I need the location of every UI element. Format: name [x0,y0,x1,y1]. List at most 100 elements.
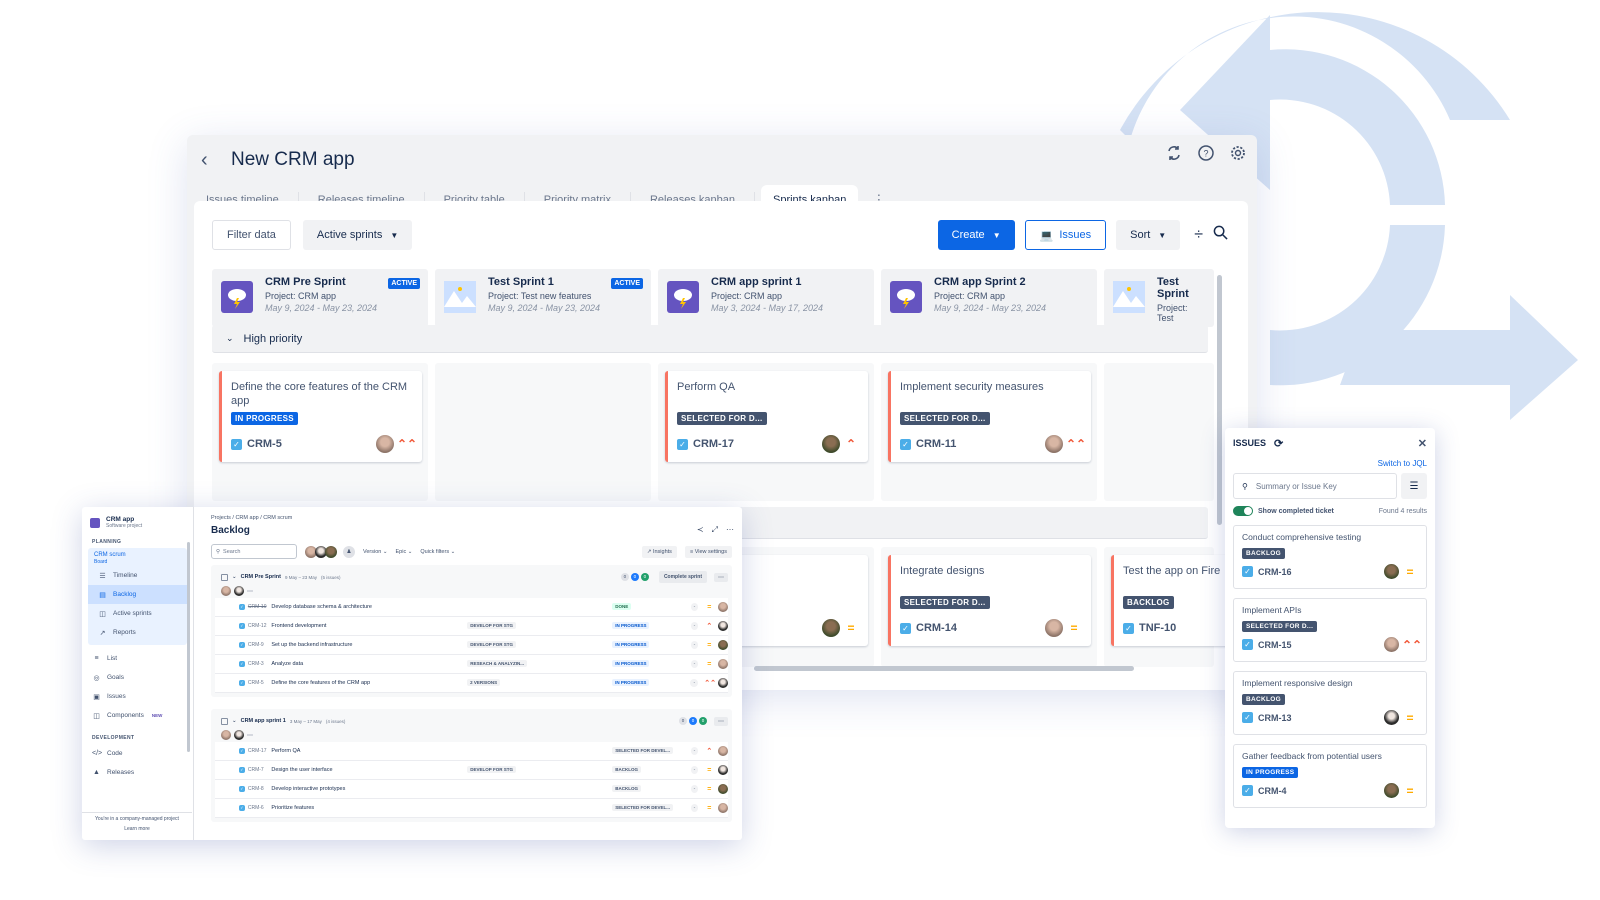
avatar[interactable] [718,765,728,775]
backlog-row[interactable]: ✓ CRM-3 Analyze data RESEACH & ANALYZIN... I… [215,655,728,674]
search-icon[interactable] [1213,225,1228,245]
assignee-filter[interactable] [305,545,337,558]
issue-card[interactable]: Implement security measures SELECTED FOR … [888,371,1091,462]
avatar[interactable] [718,803,728,813]
switch-to-jql-link[interactable]: Switch to JQL [1233,459,1427,468]
issue-card[interactable]: Define the core features of the CRM app I… [219,371,422,462]
version-filter[interactable]: Version ⌄ [363,549,388,555]
issue-list-item[interactable]: Implement APIs SELECTED FOR D... ✓ CRM-15 ⌃⌃ [1233,598,1427,662]
chevron-down-icon[interactable]: ⌄ [232,574,237,580]
sidebar-item-active-sprints[interactable]: ◫ Active sprints [88,604,187,623]
sidebar-scrollbar[interactable] [187,542,190,752]
sprint-header[interactable]: Test Sprint Project: Test [1104,269,1214,327]
sidebar-item-backlog[interactable]: ▤ Backlog [88,585,187,604]
quick-filters[interactable]: Quick filters ⌄ [420,549,455,555]
status-dropdown[interactable]: BACKLOG [612,766,641,773]
avatar[interactable] [234,730,244,740]
issues-button[interactable]: 💻 Issues [1024,220,1107,250]
avatar[interactable] [718,659,728,669]
avatar[interactable] [1045,435,1063,453]
status-dropdown[interactable]: IN PROGRESS [612,622,650,629]
filter-data-button[interactable]: Filter data [212,220,291,250]
backlog-row[interactable]: ✓ CRM-5 Define the core features of the CR… [215,674,728,693]
avatar[interactable] [718,640,728,650]
refresh-icon[interactable]: ⟳ [1274,437,1283,450]
filter-icon[interactable]: ☰ [1401,473,1427,499]
issue-search-input[interactable]: ⚲ Summary or Issue Key [1233,473,1397,499]
create-button[interactable]: Create ▼ [937,220,1015,250]
issue-card[interactable]: Perform QA SELECTED FOR D... ✓ CRM-17 ⌃ [665,371,868,462]
avatar[interactable] [376,435,394,453]
avatar[interactable] [221,730,231,740]
issue-card[interactable]: Integrate designs SELECTED FOR D... ✓ CRM-1… [888,555,1091,646]
epic-tag[interactable]: DEVELOP FOR STG [467,641,516,648]
avatar[interactable] [234,586,244,596]
board-selector[interactable]: CRM scrum Board ☰ Timeline ▤ Backlog ◫ Active… [88,548,187,645]
insights-button[interactable]: ↗ Insights [641,545,677,558]
settings-icon[interactable] [1227,142,1249,164]
more-actions-icon[interactable]: ⋯ [714,716,728,726]
backlog-search-input[interactable]: ⚲ Search [211,544,297,559]
swimlane-header[interactable]: ⌄ High priority [212,325,1208,353]
epic-filter[interactable]: Epic ⌄ [396,549,413,555]
status-dropdown[interactable]: IN PROGRESS [612,660,650,667]
sprint-checkbox[interactable] [221,717,228,725]
epic-tag[interactable]: DEVELOP FOR STG [467,622,516,629]
share-icon[interactable]: ≺ [697,525,704,535]
sidebar-item-components[interactable]: ◫ Components NEW [82,706,193,725]
collapse-icon[interactable]: ÷ [1194,226,1203,244]
horizontal-scrollbar[interactable] [754,666,1134,671]
sprint-checkbox[interactable] [221,573,228,581]
backlog-row[interactable]: ✓ CRM-8 Develop interactive prototypes BACK… [215,780,728,799]
avatar[interactable] [1384,564,1399,579]
sprint-header[interactable]: CRM app sprint 1 Project: CRM app May 3, 2… [658,269,874,327]
breadcrumb[interactable]: Projects / CRM app / CRM scrum [211,515,742,521]
view-settings-button[interactable]: ≡ View settings [684,545,732,558]
avatar[interactable] [1384,783,1399,798]
backlog-row[interactable]: ✓ CRM-6 Prioritize features SELECTED FOR DE… [215,799,728,818]
sidebar-item-list[interactable]: ≡ List [82,649,193,668]
avatar[interactable] [718,602,728,612]
status-dropdown[interactable]: SELECTED FOR DEVEL... [612,804,673,811]
issue-list-item[interactable]: Conduct comprehensive testing BACKLOG ✓ CRM… [1233,525,1427,589]
backlog-row[interactable]: ✓ CRM-9 Set up the backend infrastructure D… [215,636,728,655]
sort-button[interactable]: Sort ▼ [1116,220,1181,250]
backlog-row[interactable]: ✓ CRM-17 Perform QA SELECTED FOR DEVEL... - ⌃ [215,742,728,761]
sidebar-item-releases[interactable]: ▲ Releases [82,763,193,782]
sync-icon[interactable] [1163,142,1185,164]
sprint-header[interactable]: CRM app Sprint 2 Project: CRM app May 9, 2… [881,269,1097,327]
sprint-header[interactable]: CRM Pre Sprint Project: CRM app May 9, 202… [212,269,428,327]
vertical-scrollbar[interactable] [1217,275,1222,525]
backlog-row[interactable]: ✓ CRM-7 Design the user interface DEVELOP F… [215,761,728,780]
status-dropdown[interactable]: SELECTED FOR DEVEL... [612,747,673,754]
avatar[interactable] [718,784,728,794]
more-icon[interactable]: ⋯ [247,588,253,595]
add-people-icon[interactable]: ♟ [343,545,355,558]
avatar[interactable] [718,678,728,688]
avatar[interactable] [1384,710,1399,725]
status-dropdown[interactable]: IN PROGRESS [612,679,650,686]
sidebar-item-code[interactable]: </> Code [82,744,193,763]
expand-icon[interactable]: ⤢ [712,525,718,535]
avatar[interactable] [221,586,231,596]
sidebar-item-timeline[interactable]: ☰ Timeline [88,566,187,585]
chevron-down-icon[interactable]: ⌄ [232,718,237,724]
status-dropdown[interactable]: IN PROGRESS [612,641,650,648]
sidebar-item-issues[interactable]: ▣ Issues [82,687,193,706]
more-icon[interactable]: ⋯ [726,525,734,535]
close-icon[interactable]: ✕ [1418,437,1427,450]
sprints-select[interactable]: Active sprints ▼ [302,220,413,250]
sidebar-item-reports[interactable]: ↗ Reports [88,623,187,642]
avatar[interactable] [822,435,840,453]
more-icon[interactable]: ⋯ [247,732,253,739]
sprint-header[interactable]: Test Sprint 1 Project: Test new features M… [435,269,651,327]
epic-tag[interactable]: RESEACH & ANALYZIN... [467,660,527,667]
status-dropdown[interactable]: BACKLOG [612,785,641,792]
avatar[interactable] [1045,619,1063,637]
back-button[interactable]: ‹ [201,149,231,172]
more-actions-icon[interactable]: ⋯ [714,572,728,582]
complete-sprint-button[interactable]: Complete sprint [658,571,707,583]
learn-more-link[interactable]: Learn more [82,826,192,832]
avatar[interactable] [1384,637,1399,652]
sidebar-item-goals[interactable]: ◎ Goals [82,668,193,687]
